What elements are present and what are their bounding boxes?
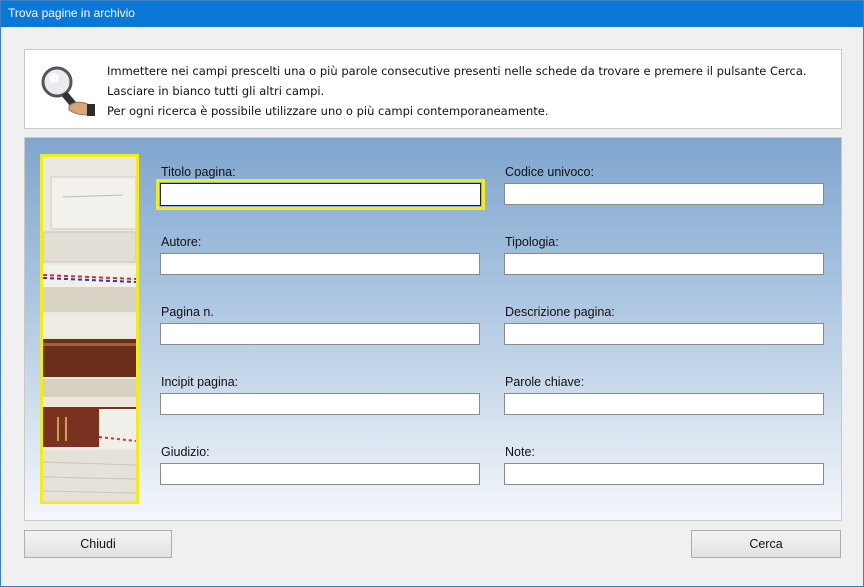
magnifier-hand-icon bbox=[41, 66, 95, 116]
archive-papers-image bbox=[40, 154, 139, 504]
window-title: Trova pagine in archivio bbox=[8, 6, 135, 20]
title-bar[interactable]: Trova pagine in archivio bbox=[1, 1, 863, 27]
instructions-box: Immettere nei campi prescelti una o più … bbox=[24, 49, 842, 129]
search-button[interactable]: Cerca bbox=[691, 530, 841, 558]
parole-chiave-input[interactable] bbox=[504, 393, 824, 415]
tipologia-input[interactable] bbox=[504, 253, 824, 275]
note-input[interactable] bbox=[504, 463, 824, 485]
autore-input[interactable] bbox=[160, 253, 480, 275]
incipit-pagina-label: Incipit pagina: bbox=[161, 375, 239, 389]
pagina-input[interactable] bbox=[160, 323, 480, 345]
parole-chiave-label: Parole chiave: bbox=[505, 375, 585, 389]
instruction-line-3: Per ogni ricerca è possibile utilizzare … bbox=[107, 104, 549, 118]
codice-univoco-input[interactable] bbox=[504, 183, 824, 205]
search-dialog: Trova pagine in archivio Immettere nei c… bbox=[0, 0, 864, 587]
descrizione-pagina-label: Descrizione pagina: bbox=[505, 305, 615, 319]
note-label: Note: bbox=[505, 445, 535, 459]
giudizio-label: Giudizio: bbox=[161, 445, 210, 459]
tipologia-label: Tipologia: bbox=[505, 235, 559, 249]
instruction-line-1: Immettere nei campi prescelti una o più … bbox=[107, 64, 807, 78]
titolo-pagina-label: Titolo pagina: bbox=[161, 165, 236, 179]
pagina-label: Pagina n. bbox=[161, 305, 214, 319]
titolo-pagina-input[interactable] bbox=[160, 183, 481, 206]
instruction-line-2: Lasciare in bianco tutti gli altri campi… bbox=[107, 84, 325, 98]
giudizio-input[interactable] bbox=[160, 463, 480, 485]
autore-label: Autore: bbox=[161, 235, 202, 249]
close-button[interactable]: Chiudi bbox=[24, 530, 172, 558]
codice-univoco-label: Codice univoco: bbox=[505, 165, 594, 179]
search-fields-panel: Titolo pagina: Codice univoco: Autore: T… bbox=[24, 137, 842, 521]
incipit-pagina-input[interactable] bbox=[160, 393, 480, 415]
descrizione-pagina-input[interactable] bbox=[504, 323, 824, 345]
